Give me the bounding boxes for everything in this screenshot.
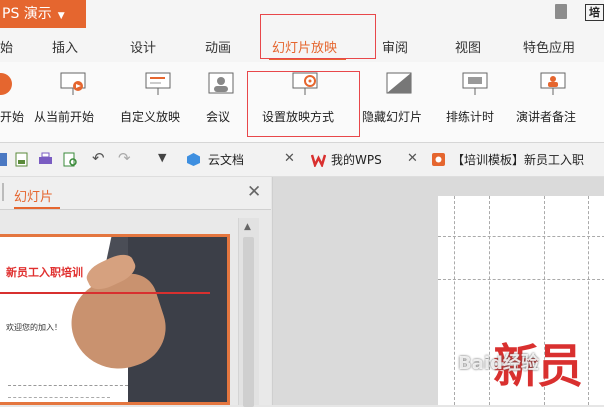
tab-start[interactable]: 始	[0, 37, 13, 56]
hide-slide-label: 隐藏幻灯片	[362, 110, 423, 124]
redo-icon[interactable]: ↷	[118, 149, 133, 167]
speaker-notes-button[interactable]: 演讲者备注	[516, 62, 596, 134]
print-preview-icon[interactable]	[63, 152, 78, 167]
speaker-notes-label: 演讲者备注	[516, 110, 577, 124]
rehearse-timing-icon	[462, 72, 488, 95]
start-show-button[interactable]: 开始	[0, 62, 30, 134]
document-icon	[555, 4, 567, 19]
from-current-label: 从当前开始	[34, 110, 95, 124]
print-icon[interactable]	[38, 152, 53, 167]
hide-slide-button[interactable]: 隐藏幻灯片	[362, 62, 438, 134]
save-icon[interactable]	[0, 152, 8, 167]
guide-line	[588, 196, 589, 405]
undo-icon[interactable]: ↶	[92, 149, 107, 167]
guide-line	[438, 236, 604, 237]
more-dropdown-icon[interactable]: ▼	[158, 151, 173, 166]
slides-panel-header: 幻灯片 ✕	[0, 177, 271, 210]
slide-canvas[interactable]: 新员 Baid经验	[438, 196, 604, 405]
panel-divider	[2, 183, 4, 201]
slide-thumbnail[interactable]: 新员工入职培训 欢迎您的加入！	[0, 234, 230, 405]
close-icon[interactable]: ✕	[247, 182, 261, 202]
tab-design[interactable]: 设计	[130, 37, 156, 56]
export-icon[interactable]	[14, 152, 29, 167]
hide-slide-icon	[386, 72, 412, 94]
quick-access-bar: ↶ ↷ ▼ 云文档 ✕ 我的WPS ✕ 【培训模板】新员工入职	[0, 143, 604, 177]
guide-line	[438, 279, 604, 280]
thumbnail-title: 新员工入职培训	[6, 266, 83, 279]
close-tab-icon[interactable]: ✕	[407, 151, 418, 166]
app-name: PS 演示	[2, 6, 52, 22]
close-tab-icon[interactable]: ✕	[284, 151, 295, 166]
slides-panel: 幻灯片 ✕ 新员工入职培训 欢迎您的加入！ ▲	[0, 177, 271, 407]
tab-my-wps[interactable]: 我的WPS	[331, 151, 382, 168]
thumbnail-footer-line	[8, 397, 68, 401]
meeting-icon	[208, 72, 234, 94]
thumbnail-footer-line	[8, 385, 128, 389]
window-title-text: 培	[585, 4, 604, 21]
guide-line	[454, 196, 455, 405]
meeting-button[interactable]: 会议	[206, 62, 238, 134]
rehearse-timing-button[interactable]: 排练计时	[446, 62, 508, 134]
highlight-box-tab	[260, 14, 376, 59]
custom-show-icon	[145, 72, 171, 95]
slides-scrollbar[interactable]: ▲	[238, 218, 259, 407]
scrollbar-thumb[interactable]	[243, 237, 254, 407]
thumbnail-footer-line	[70, 397, 110, 401]
highlight-box-setup	[247, 71, 360, 137]
slide-editor: 新员 Baid经验	[272, 177, 604, 405]
tab-animation[interactable]: 动画	[205, 37, 231, 56]
cloud-docs-icon	[187, 153, 200, 166]
window-title: 培	[555, 4, 604, 21]
scroll-up-icon[interactable]: ▲	[244, 222, 251, 232]
from-current-button[interactable]: 从当前开始	[34, 62, 114, 134]
rehearse-timing-label: 排练计时	[446, 110, 495, 124]
speaker-notes-icon	[540, 72, 566, 95]
panel-tab-indicator	[14, 207, 60, 209]
play-start-icon	[0, 73, 12, 95]
presentation-doc-icon	[432, 153, 445, 166]
slides-panel-title[interactable]: 幻灯片	[14, 186, 53, 205]
start-show-label: 开始	[0, 110, 25, 124]
play-current-icon	[60, 72, 86, 95]
thumbnail-rule	[0, 292, 210, 294]
tab-cloud-docs[interactable]: 云文档	[208, 151, 244, 168]
wps-logo-icon	[311, 154, 326, 167]
app-menu-button[interactable]: PS 演示 ▼	[0, 0, 86, 28]
meeting-label: 会议	[206, 110, 231, 124]
custom-show-label: 自定义放映	[120, 110, 181, 124]
watermark: Baid经验	[458, 353, 539, 374]
tab-review[interactable]: 审阅	[382, 37, 408, 56]
tab-training-template[interactable]: 【培训模板】新员工入职	[452, 151, 584, 168]
tab-features[interactable]: 特色应用	[523, 37, 575, 56]
tab-view[interactable]: 视图	[455, 37, 481, 56]
custom-show-button[interactable]: 自定义放映	[120, 62, 196, 134]
chevron-down-icon: ▼	[57, 11, 65, 21]
thumbnail-subtitle: 欢迎您的加入！	[6, 323, 62, 332]
tab-insert[interactable]: 插入	[52, 37, 78, 56]
